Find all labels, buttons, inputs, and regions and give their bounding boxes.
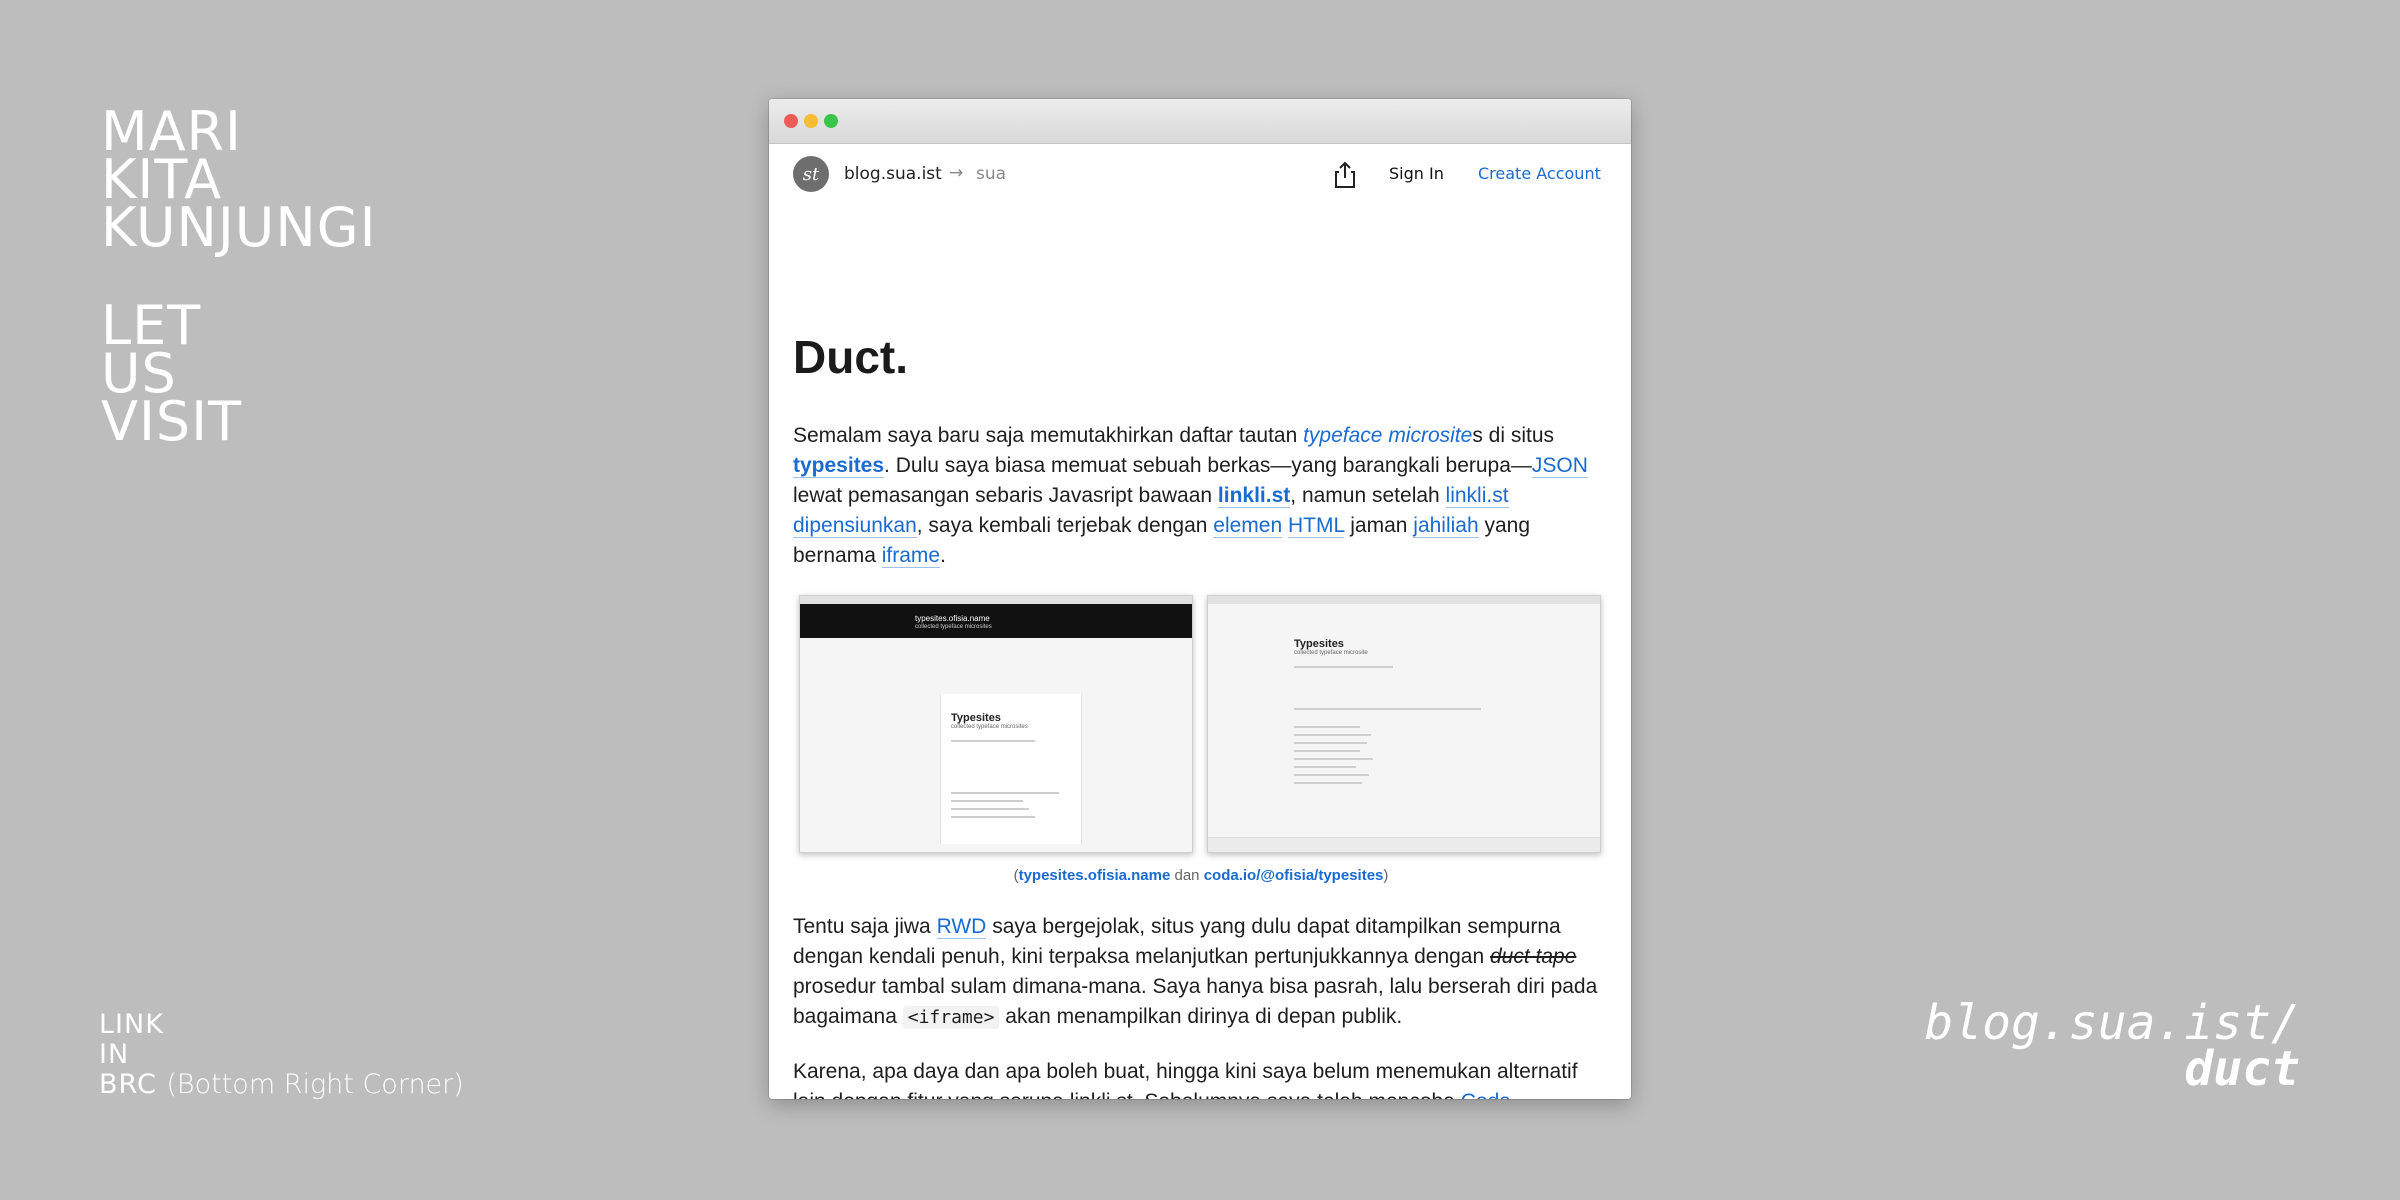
zoom-window-button[interactable] bbox=[824, 114, 838, 128]
mini-header: typesites.ofisia.name bbox=[915, 614, 990, 623]
screenshot-left[interactable]: typesites.ofisia.name collected typeface… bbox=[799, 595, 1193, 853]
typesites-link[interactable]: typesites bbox=[793, 454, 885, 478]
screenshot-gallery: typesites.ofisia.name collected typeface… bbox=[799, 595, 1609, 853]
link-in-line: IN bbox=[99, 1039, 130, 1070]
link-in-explanation: (Bottom Right Corner) bbox=[166, 1069, 464, 1100]
window-titlebar[interactable] bbox=[769, 99, 1631, 144]
jahiliah-link[interactable]: jahiliah bbox=[1413, 514, 1479, 538]
html-link[interactable]: HTML bbox=[1288, 514, 1345, 538]
close-window-button[interactable] bbox=[784, 114, 798, 128]
site-avatar[interactable]: st bbox=[793, 156, 829, 192]
sign-in-link[interactable]: Sign In bbox=[1389, 164, 1444, 183]
article-paragraph-3: Karena, apa daya dan apa boleh buat, hin… bbox=[793, 1057, 1609, 1099]
site-link[interactable]: blog.sua.ist bbox=[844, 164, 942, 184]
rwd-link[interactable]: RWD bbox=[936, 915, 987, 939]
article-title: Duct. bbox=[793, 331, 908, 383]
json-link[interactable]: JSON bbox=[1531, 454, 1588, 478]
browser-window: st blog.sua.ist → sua Sign In Create Acc… bbox=[769, 99, 1631, 1099]
minimize-window-button[interactable] bbox=[804, 114, 818, 128]
caption-link-typesites[interactable]: typesites.ofisia.name bbox=[1019, 867, 1171, 884]
coda-link[interactable]: Coda bbox=[1460, 1090, 1511, 1099]
mini-title: Typesites bbox=[1294, 638, 1344, 650]
mini-subheader: collected typeface microsites bbox=[915, 624, 992, 630]
user-link[interactable]: sua bbox=[976, 164, 1006, 184]
typeface-microsite-link[interactable]: typeface microsite bbox=[1303, 424, 1472, 447]
article-paragraph-1: Semalam saya baru saja memutakhirkan daf… bbox=[793, 424, 1588, 568]
iframe-link[interactable]: iframe bbox=[881, 544, 941, 568]
corner-url-line1: blog.sua.ist/ bbox=[1924, 995, 2300, 1051]
mini-title: Typesites bbox=[951, 712, 1001, 724]
duct-tape-text: duct tape bbox=[1490, 945, 1577, 968]
linklist-link[interactable]: linkli.st bbox=[1217, 484, 1291, 508]
link-in-line: LINK bbox=[99, 1009, 164, 1040]
corner-url-line2: duct bbox=[2184, 1041, 2300, 1097]
mini-subtitle: collected typeface microsite bbox=[1294, 650, 1368, 656]
breadcrumb-arrow-icon: → bbox=[949, 163, 964, 183]
elemen-link[interactable]: elemen bbox=[1213, 514, 1283, 538]
link-in-note: LINK IN BRC (Bottom Right Corner) bbox=[99, 1010, 464, 1100]
mini-subtitle: collected typeface microsites bbox=[951, 724, 1028, 730]
screenshot-right[interactable]: Typesites collected typeface microsite bbox=[1207, 595, 1601, 853]
share-icon[interactable] bbox=[1331, 160, 1359, 190]
site-navbar: st blog.sua.ist → sua Sign In Create Acc… bbox=[769, 144, 1631, 208]
screenshot-caption: (typesites.ofisia.name dan coda.io/@ofis… bbox=[1013, 867, 1389, 884]
corner-url: blog.sua.ist/ duct bbox=[1924, 995, 2300, 1097]
headline-id-line: KUNJUNGI bbox=[101, 196, 377, 259]
article-content: Duct. Semalam saya baru saja memutakhirk… bbox=[793, 331, 1609, 1099]
headline-en-line: VISIT bbox=[101, 390, 243, 453]
article-paragraph-2: Tentu saja jiwa RWD saya bergejolak, sit… bbox=[793, 915, 1598, 1029]
poster-headline: MARI KITA KUNJUNGI LET US VISIT bbox=[101, 105, 377, 453]
create-account-link[interactable]: Create Account bbox=[1478, 164, 1601, 183]
iframe-code: <iframe> bbox=[902, 1006, 1000, 1029]
link-in-line: BRC bbox=[99, 1069, 157, 1100]
caption-link-coda[interactable]: coda.io/@ofisia/typesites bbox=[1204, 867, 1384, 884]
